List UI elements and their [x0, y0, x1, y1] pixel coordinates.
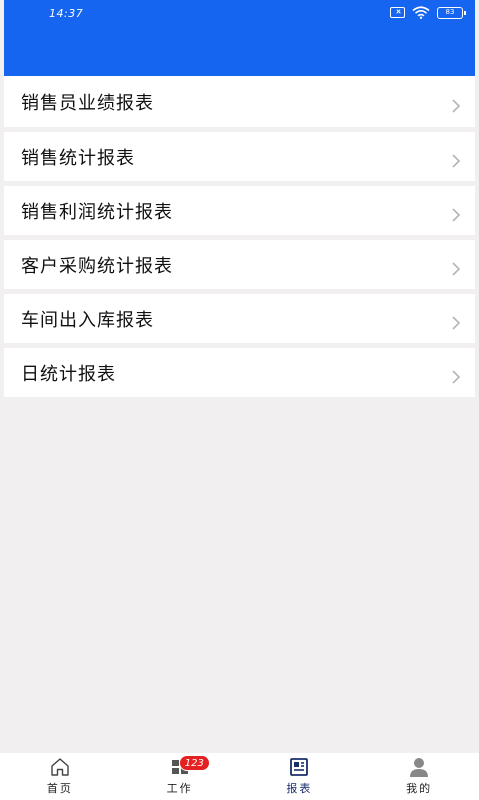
wifi-icon — [412, 6, 430, 19]
menu-item-sales-statistics[interactable]: 销售统计报表 — [4, 132, 475, 181]
chevron-right-icon — [452, 207, 461, 222]
menu-item-label: 销售员业绩报表 — [21, 92, 154, 114]
menu-item-salesperson-performance[interactable]: 销售员业绩报表 — [4, 76, 475, 127]
status-bar: 14:37 83 — [4, 6, 475, 24]
menu-item-label: 日统计报表 — [21, 363, 116, 385]
menu-item-workshop-inventory[interactable]: 车间出入库报表 — [4, 294, 475, 343]
status-time: 14:37 — [49, 7, 84, 20]
menu-item-label: 销售利润统计报表 — [21, 201, 173, 223]
status-icons: 83 — [390, 6, 466, 19]
tab-home[interactable]: 首页 — [0, 753, 120, 800]
menu-item-sales-profit[interactable]: 销售利润统计报表 — [4, 186, 475, 235]
home-icon — [51, 758, 69, 776]
user-icon — [410, 758, 429, 777]
report-icon — [290, 758, 309, 776]
menu-item-label: 客户采购统计报表 — [21, 255, 173, 277]
menu-item-label: 销售统计报表 — [21, 147, 135, 169]
chevron-right-icon — [452, 261, 461, 276]
battery-icon: 83 — [437, 6, 466, 19]
tab-profile[interactable]: 我的 — [359, 753, 479, 800]
tab-label: 首页 — [46, 782, 73, 795]
tab-label: 工作 — [166, 782, 193, 795]
menu-item-customer-purchase[interactable]: 客户采购统计报表 — [4, 240, 475, 289]
work-badge: 123 — [178, 755, 210, 771]
chevron-right-icon — [452, 98, 461, 113]
no-sim-icon — [390, 7, 405, 18]
report-menu: 销售员业绩报表 销售统计报表 销售利润统计报表 客户采购统计报表 车间出入库报表… — [4, 76, 475, 402]
tab-reports[interactable]: 报表 — [240, 753, 360, 800]
tab-label: 我的 — [406, 782, 433, 795]
tab-work[interactable]: 123 工作 — [120, 753, 240, 800]
chevron-right-icon — [452, 369, 461, 384]
chevron-right-icon — [452, 153, 461, 168]
menu-item-daily-statistics[interactable]: 日统计报表 — [4, 348, 475, 397]
tab-label: 报表 — [286, 782, 313, 795]
app-header: 14:37 83 — [4, 0, 475, 76]
chevron-right-icon — [452, 315, 461, 330]
menu-item-label: 车间出入库报表 — [21, 309, 154, 331]
bottom-tab-bar: 首页 123 工作 报表 我的 — [0, 753, 479, 800]
